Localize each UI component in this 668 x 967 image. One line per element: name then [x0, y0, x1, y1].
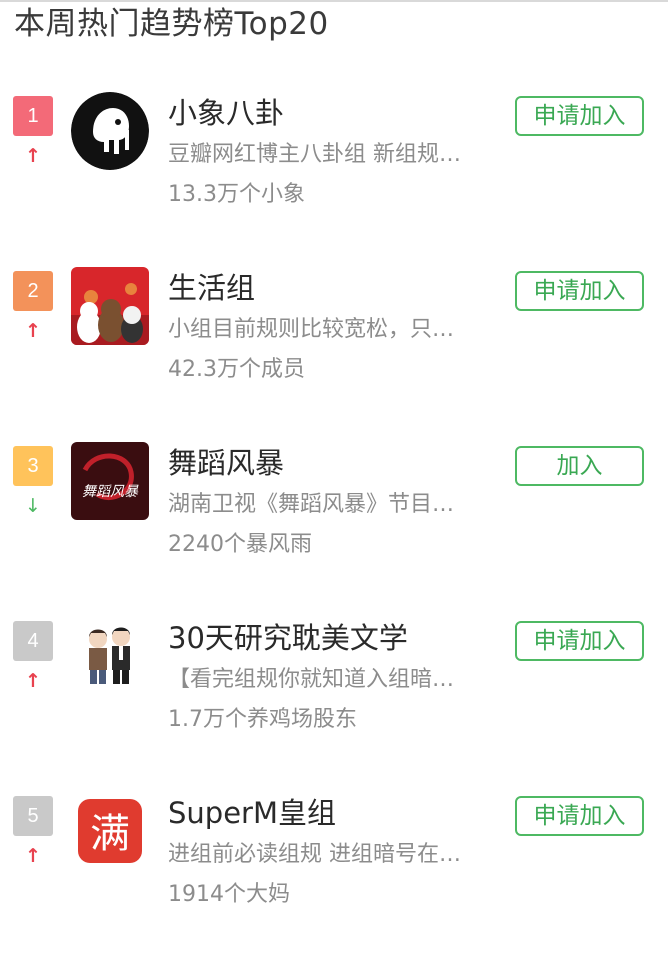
rank-badge: 1 — [13, 96, 53, 136]
elephant-logo-icon — [71, 92, 149, 170]
two-men-illustration-icon — [71, 617, 149, 695]
man-character-icon: 满 — [71, 792, 149, 870]
arrow-up-icon: ↑ — [25, 670, 41, 692]
member-count: 1.7万个养鸡场股东 — [168, 707, 357, 732]
group-avatar[interactable] — [71, 92, 149, 170]
trending-group-list: 1 ↑ 小象八卦 豆瓣网红博主八卦组 新组规… 13.3万个小象 申请加入 2 … — [0, 92, 668, 967]
join-button[interactable]: 加入 — [515, 446, 644, 486]
join-button[interactable]: 申请加入 — [515, 796, 644, 836]
list-item[interactable]: 5 ↑ 满 SuperM皇组 进组前必读组规 进组暗号在… 1914个大妈 申请… — [0, 792, 668, 967]
group-avatar[interactable] — [71, 267, 149, 345]
list-item[interactable]: 2 ↑ 生活组 小组目前规则比较宽松，只… 42.3万个成员 申请加入 — [0, 267, 668, 442]
group-name[interactable]: 舞蹈风暴 — [168, 444, 284, 482]
group-name[interactable]: 生活组 — [168, 269, 255, 307]
arrow-up-icon: ↑ — [25, 845, 41, 867]
arrow-up-icon: ↑ — [25, 320, 41, 342]
group-avatar[interactable]: 舞蹈风暴 — [71, 442, 149, 520]
list-item[interactable]: 1 ↑ 小象八卦 豆瓣网红博主八卦组 新组规… 13.3万个小象 申请加入 — [0, 92, 668, 267]
group-description: 【看完组规你就知道入组暗… — [168, 667, 455, 692]
rank-badge: 5 — [13, 796, 53, 836]
top-divider — [0, 0, 668, 2]
arrow-down-icon: ↓ — [25, 495, 41, 517]
join-button[interactable]: 申请加入 — [515, 621, 644, 661]
rank-badge: 4 — [13, 621, 53, 661]
group-avatar[interactable] — [71, 617, 149, 695]
join-button[interactable]: 申请加入 — [515, 271, 644, 311]
member-count: 2240个暴风雨 — [168, 532, 312, 557]
rank-badge: 2 — [13, 271, 53, 311]
list-item[interactable]: 4 ↑ 30天研究耽美文学 【看完组规你就知道入组暗… 1.7万个养鸡场股东 申… — [0, 617, 668, 792]
group-name[interactable]: 小象八卦 — [168, 94, 284, 132]
group-description: 豆瓣网红博主八卦组 新组规… — [168, 142, 461, 167]
group-description: 湖南卫视《舞蹈风暴》节目… — [168, 492, 455, 517]
avatar-logo-text: 舞蹈风暴 — [82, 484, 139, 500]
join-button[interactable]: 申请加入 — [515, 96, 644, 136]
member-count: 42.3万个成员 — [168, 357, 305, 382]
group-name[interactable]: 30天研究耽美文学 — [168, 619, 408, 657]
dance-storm-logo-icon: 舞蹈风暴 — [71, 442, 149, 520]
group-name[interactable]: SuperM皇组 — [168, 794, 336, 832]
arrow-up-icon: ↑ — [25, 145, 41, 167]
rank-badge: 3 — [13, 446, 53, 486]
list-item[interactable]: 3 ↓ 舞蹈风暴 舞蹈风暴 湖南卫视《舞蹈风暴》节目… 2240个暴风雨 加入 — [0, 442, 668, 617]
page-title: 本周热门趋势榜Top20 — [14, 6, 329, 42]
group-description: 进组前必读组规 进组暗号在… — [168, 842, 461, 867]
group-description: 小组目前规则比较宽松，只… — [168, 317, 455, 342]
member-count: 1914个大妈 — [168, 882, 290, 907]
member-count: 13.3万个小象 — [168, 182, 305, 207]
avatar-character-text: 满 — [90, 811, 130, 857]
group-avatar[interactable]: 满 — [71, 792, 149, 870]
bears-image-icon — [71, 267, 149, 345]
